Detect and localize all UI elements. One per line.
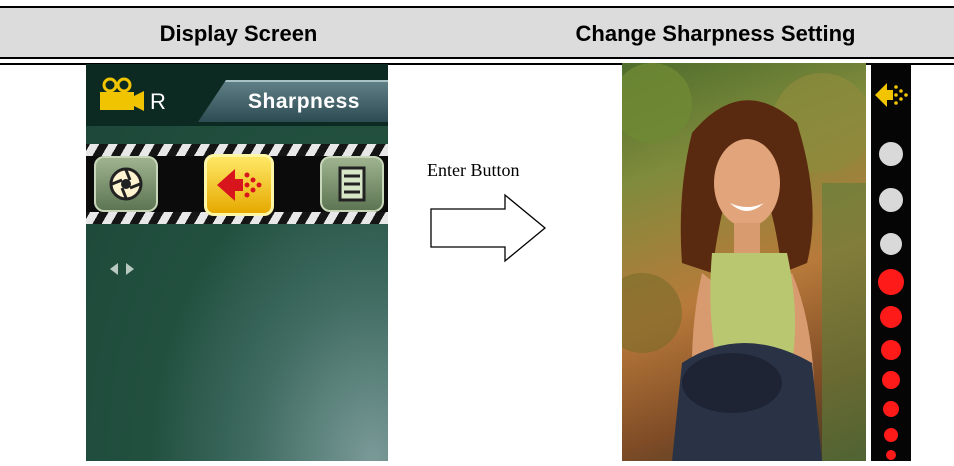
table-header: Display Screen Change Sharpness Setting [0, 6, 954, 65]
sharpness-menu-button[interactable] [204, 154, 274, 216]
level-dot [878, 269, 904, 295]
woman-portrait-image [622, 63, 866, 461]
level-dot [884, 428, 898, 442]
change-sharpness-heading: Change Sharpness Setting [575, 20, 856, 46]
enter-button-label: Enter Button [427, 160, 520, 180]
transition-arrow-icon [430, 193, 547, 263]
effect-menu-button[interactable] [94, 156, 158, 212]
effect-wheel-icon [109, 167, 143, 201]
level-dot [879, 188, 903, 212]
level-dot [883, 401, 899, 417]
list-menu-button[interactable] [320, 156, 384, 212]
mode-letter: R [150, 89, 166, 114]
level-dot [880, 306, 902, 328]
sharpness-indicator-icon [875, 83, 908, 107]
camera-menu-screen: Sharpness R [86, 64, 388, 461]
level-dot [882, 371, 900, 389]
sharpness-level-bar [871, 63, 911, 461]
movie-mode-icon: R [100, 77, 166, 114]
menu-tab-label: Sharpness [248, 90, 360, 113]
level-dot [880, 233, 902, 255]
display-screen-heading: Display Screen [159, 20, 318, 46]
list-icon [338, 166, 366, 202]
preview-photo [622, 63, 866, 461]
header-divider [0, 57, 954, 59]
left-right-nav-icon [110, 263, 134, 275]
level-dot [879, 142, 903, 166]
sharpness-icon [217, 169, 262, 201]
level-dot [886, 450, 896, 460]
sharpness-level-indicator [875, 83, 908, 460]
level-dot [881, 340, 901, 360]
